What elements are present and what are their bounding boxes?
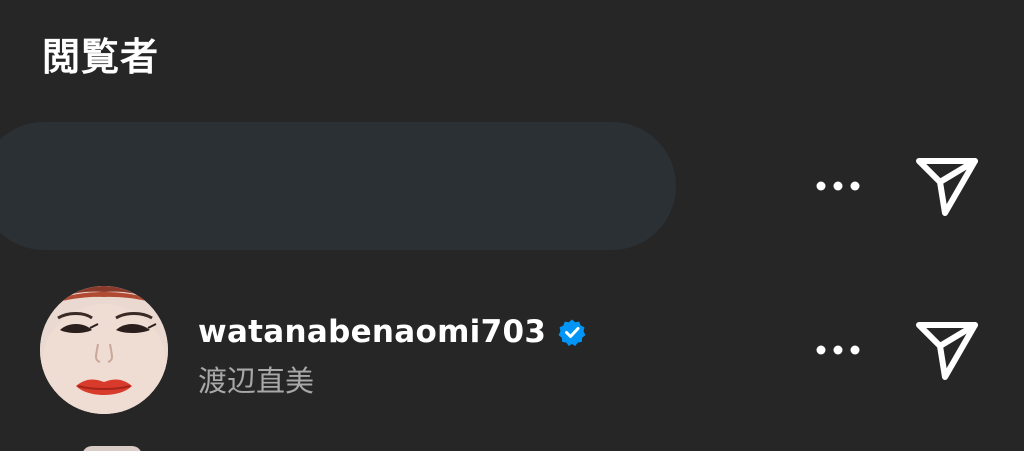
send-button[interactable]	[914, 320, 980, 380]
more-options-button[interactable]	[814, 343, 862, 357]
avatar[interactable]	[40, 286, 168, 414]
send-button[interactable]	[914, 156, 980, 216]
paper-plane-icon	[916, 158, 978, 216]
verified-badge-icon	[558, 318, 586, 346]
viewer-row[interactable]	[0, 120, 1024, 252]
viewers-sheet: 閲覧者 watanabenaomi703 渡辺直美	[0, 0, 1024, 451]
username[interactable]: watanabenaomi703	[198, 314, 546, 350]
next-viewer-avatar-peek	[82, 446, 142, 451]
more-options-button[interactable]	[814, 179, 862, 193]
page-title: 閲覧者	[42, 35, 160, 79]
profile-photo	[40, 286, 168, 414]
paper-plane-icon	[916, 322, 978, 380]
viewer-row[interactable]: watanabenaomi703 渡辺直美	[0, 282, 1024, 418]
username-line[interactable]: watanabenaomi703	[198, 312, 586, 352]
full-name: 渡辺直美	[198, 364, 315, 398]
more-horizontal-icon	[816, 345, 860, 355]
redacted-viewer-block	[0, 122, 676, 250]
more-horizontal-icon	[816, 181, 860, 191]
